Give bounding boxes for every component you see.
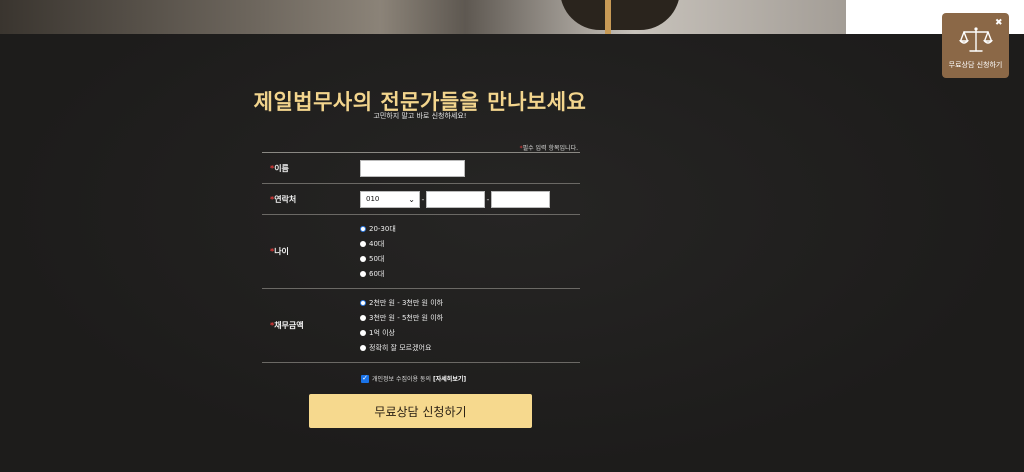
phone-label: *연락처 <box>270 194 297 204</box>
form-row-name: *이름 <box>262 153 580 184</box>
radio-button[interactable] <box>360 271 366 278</box>
radio-option[interactable]: 정확히 잘 모르겠어요 <box>360 341 580 356</box>
radio-button[interactable] <box>360 345 366 352</box>
radio-label: 2천만 원 - 3천만 원 이하 <box>369 298 444 307</box>
consultation-form: *이름 *연락처 010 ⌄ - - *나이 20-30대 40대 50대 60대 *… <box>262 152 580 363</box>
scales-of-justice-icon <box>958 26 993 52</box>
radio-button[interactable] <box>360 240 366 247</box>
privacy-consent: ✓ 개인정보 수집이용 동의 [자세히보기] <box>361 374 466 383</box>
hero-decoration <box>560 0 680 30</box>
radio-button[interactable] <box>360 299 366 306</box>
age-label: *나이 <box>270 247 289 256</box>
form-row-phone: *연락처 010 ⌄ - - <box>262 184 580 215</box>
radio-label: 20-30대 <box>369 224 396 233</box>
radio-option[interactable]: 40대 <box>360 236 580 251</box>
radio-option[interactable]: 20-30대 <box>360 221 580 236</box>
radio-option[interactable]: 50대 <box>360 252 580 267</box>
floating-button-label: 무료상담 신청하기 <box>948 60 1003 69</box>
radio-option[interactable]: 60대 <box>360 267 580 282</box>
required-note-text: 필수 입력 항목입니다. <box>522 145 578 152</box>
required-note: *필수 입력 항목입니다. <box>420 143 578 152</box>
hero-decoration-accent <box>605 0 611 34</box>
age-radio-group: 20-30대 40대 50대 60대 <box>360 215 580 288</box>
radio-button[interactable] <box>360 256 366 263</box>
form-row-age: *나이 20-30대 40대 50대 60대 <box>262 215 580 289</box>
form-row-debt: *채무금액 2천만 원 - 3천만 원 이하 3천만 원 - 5천만 원 이하 1억… <box>262 289 580 363</box>
radio-label: 50대 <box>369 255 385 264</box>
name-label: *이름 <box>270 163 289 173</box>
radio-button[interactable] <box>360 225 366 232</box>
phone-last-field[interactable] <box>491 190 550 208</box>
hero-image-strip <box>0 0 846 34</box>
chevron-down-icon: ⌄ <box>408 194 415 204</box>
consent-label: 개인정보 수집이용 동의 <box>372 376 432 383</box>
close-icon[interactable]: ✖ <box>995 18 1003 28</box>
page-subtitle: 고민하지 말고 바로 신청하세요! <box>373 112 467 120</box>
phone-prefix-select[interactable]: 010 ⌄ <box>360 190 420 208</box>
radio-button[interactable] <box>360 314 366 321</box>
radio-label: 1억 이상 <box>369 329 395 338</box>
debt-radio-group: 2천만 원 - 3천만 원 이하 3천만 원 - 5천만 원 이하 1억 이상정확히… <box>360 289 580 362</box>
radio-option[interactable]: 1억 이상 <box>360 326 580 341</box>
radio-button[interactable] <box>360 330 366 337</box>
debt-label: *채무금액 <box>270 321 304 330</box>
radio-label: 60대 <box>369 270 385 279</box>
radio-option[interactable]: 2천만 원 - 3천만 원 이하 <box>360 295 580 310</box>
name-field[interactable] <box>360 159 465 177</box>
radio-label: 40대 <box>369 239 385 248</box>
consent-checkbox[interactable]: ✓ <box>361 374 369 383</box>
radio-label: 3천만 원 - 5천만 원 이하 <box>369 313 444 322</box>
radio-option[interactable]: 3천만 원 - 5천만 원 이하 <box>360 310 580 325</box>
phone-middle-field[interactable] <box>426 190 485 208</box>
radio-label: 정확히 잘 모르겠어요 <box>369 344 432 353</box>
consent-detail-link[interactable]: [자세히보기] <box>433 374 466 383</box>
submit-button[interactable]: 무료상담 신청하기 <box>309 394 532 428</box>
